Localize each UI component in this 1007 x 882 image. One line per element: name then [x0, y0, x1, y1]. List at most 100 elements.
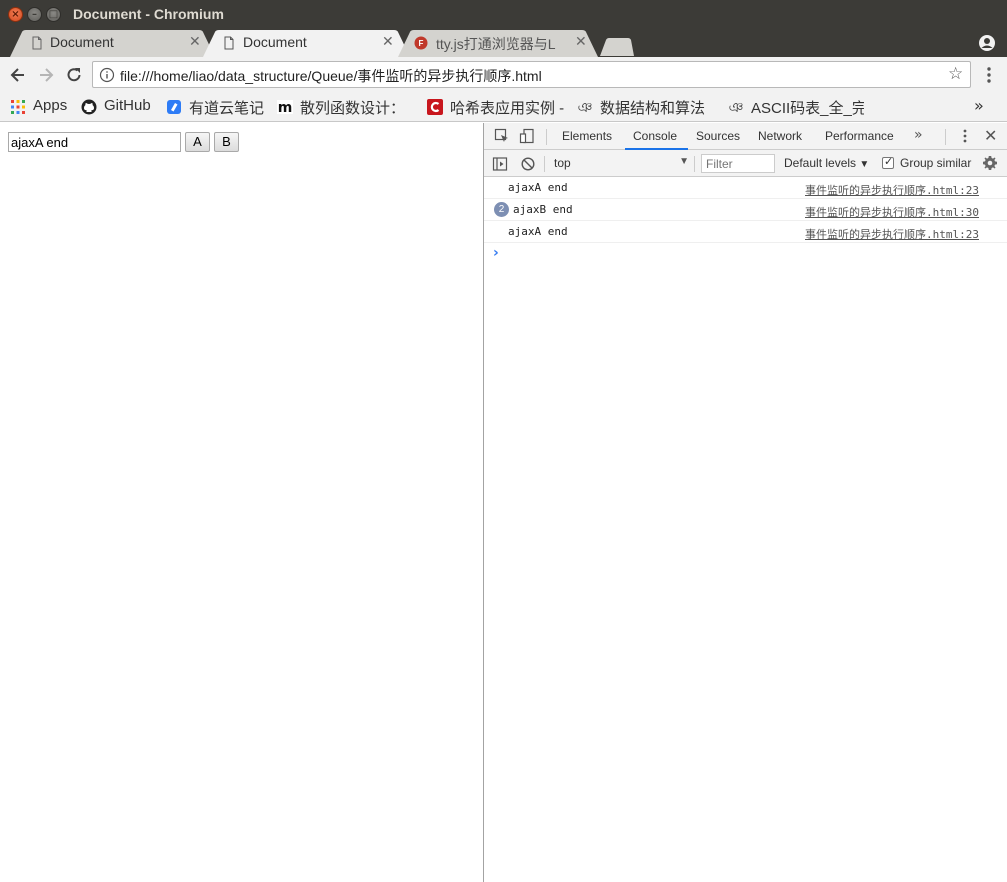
bookmark-label: 散列函数设计： — [300, 100, 406, 117]
console-filter-input[interactable] — [701, 154, 775, 173]
bookmark-label: 数据结构和算法 — [600, 100, 706, 117]
button-a[interactable]: A — [185, 132, 210, 152]
minimize-icon: – — [32, 9, 37, 20]
page-icon — [224, 36, 234, 50]
tab-title: Document — [243, 34, 307, 50]
devtools-close-icon[interactable]: ✕ — [984, 126, 997, 145]
window-maximize-button[interactable]: □ — [46, 7, 61, 22]
url-text: file:///home/liao/data_structure/Queue/事… — [120, 68, 542, 84]
svg-text:ঞ: ঞ — [578, 100, 593, 115]
c-logo-icon — [427, 99, 443, 115]
bookmark-label: GitHub — [104, 97, 151, 114]
devtools-menu-icon[interactable] — [962, 128, 968, 144]
svg-text:m: m — [278, 100, 293, 115]
tab-document-1[interactable]: Document ✕ — [10, 30, 215, 57]
tab-title: tty.js打通浏览器与L — [436, 36, 556, 52]
tab-title: Document — [50, 34, 114, 50]
window-minimize-button[interactable]: – — [27, 7, 42, 22]
group-similar-label: Group similar — [900, 156, 972, 170]
divider — [694, 156, 695, 172]
devtools-tab-sources[interactable]: Sources — [696, 129, 740, 143]
tab-ttyjs[interactable]: F tty.js打通浏览器与L ✕ — [398, 30, 598, 57]
prompt-chevron-icon: › — [493, 245, 499, 261]
console-message: ajaxA end 事件监听的异步执行顺序.html:23 — [484, 221, 1007, 243]
console-source-link[interactable]: 事件监听的异步执行顺序.html:23 — [805, 182, 979, 198]
clear-console-icon[interactable] — [520, 156, 536, 172]
inspect-element-icon[interactable] — [494, 128, 510, 144]
console-source-link[interactable]: 事件监听的异步执行顺序.html:30 — [805, 204, 979, 220]
more-tabs-icon[interactable]: » — [914, 127, 923, 143]
reload-icon[interactable] — [64, 65, 84, 85]
tab-document-2[interactable]: Document ✕ — [203, 30, 410, 57]
console-prompt[interactable]: › — [484, 243, 1007, 265]
log-levels-dropdown[interactable]: Default levels ▼ — [784, 156, 869, 170]
log-levels-label: Default levels — [784, 156, 857, 170]
devtools-tabbar: Elements Console Sources Network Perform… — [484, 123, 1007, 150]
device-toolbar-icon[interactable] — [519, 128, 535, 144]
window-close-button[interactable]: × — [8, 7, 23, 22]
bookmark-label: 哈希表应用实例 - — [450, 100, 564, 117]
browser-toolbar: file:///home/liao/data_structure/Queue/事… — [0, 57, 1007, 92]
console-message-text: ajaxA end — [508, 225, 568, 238]
window-title: Document - Chromium — [73, 6, 224, 22]
bookmark-star-icon[interactable]: ☆ — [948, 65, 963, 83]
favicon-red-icon: F — [414, 36, 428, 50]
repeat-count-badge: 2 — [494, 202, 509, 217]
group-similar-checkbox[interactable] — [882, 155, 894, 169]
script-logo-icon: ঞ — [729, 100, 744, 115]
button-b[interactable]: B — [214, 132, 239, 152]
bookmarks-bar: Apps GitHub 有道云笔记 m 散列函数设计： 哈希表应用实例 - ঞ — [0, 92, 1007, 122]
forward-arrow-icon[interactable] — [36, 65, 56, 85]
gear-icon[interactable] — [982, 155, 998, 171]
m-logo-icon: m — [277, 100, 293, 115]
bookmark-hash-table[interactable]: 哈希表应用实例 - — [427, 96, 564, 118]
apps-grid-icon — [11, 100, 25, 114]
tab-close-icon[interactable]: ✕ — [382, 34, 394, 50]
back-arrow-icon[interactable] — [8, 65, 28, 85]
bookmark-ascii[interactable]: ঞ ASCII码表_全_完 — [728, 96, 864, 118]
bookmark-label: Apps — [33, 97, 68, 114]
console-message-text: ajaxB end — [513, 203, 573, 216]
new-tab-button[interactable] — [600, 38, 634, 56]
console-messages: ajaxA end 事件监听的异步执行顺序.html:23 2 ajaxB en… — [484, 177, 1007, 265]
profile-icon[interactable] — [978, 34, 996, 52]
page-viewport: A B — [0, 123, 483, 882]
bookmark-label: 有道云笔记 — [189, 100, 265, 117]
tab-strip: Document ✕ Document ✕ F tty.js打通浏览器与L ✕ — [0, 30, 1007, 57]
divider — [546, 129, 547, 145]
close-icon: × — [11, 9, 20, 20]
tab-close-icon[interactable]: ✕ — [189, 34, 201, 50]
text-input[interactable] — [8, 132, 181, 152]
youdao-note-icon — [167, 100, 181, 114]
svg-text:F: F — [419, 39, 424, 48]
bookmarks-overflow-icon[interactable]: » — [974, 96, 984, 115]
omnibox[interactable]: file:///home/liao/data_structure/Queue/事… — [92, 61, 971, 88]
console-message-text: ajaxA end — [508, 181, 568, 194]
info-icon[interactable] — [99, 67, 115, 83]
devtools-tab-performance[interactable]: Performance — [825, 129, 894, 143]
divider — [544, 156, 545, 172]
bookmark-data-structure[interactable]: ঞ 数据结构和算法 — [577, 96, 714, 118]
bookmark-label: ASCII码表_全_完 — [751, 100, 864, 117]
dropdown-caret-icon: ▼ — [679, 156, 689, 167]
page-icon — [32, 36, 42, 50]
tab-close-icon[interactable]: ✕ — [575, 34, 587, 50]
bookmark-hash-design[interactable]: m 散列函数设计： — [277, 96, 413, 118]
devtools-tab-console[interactable]: Console — [633, 129, 677, 143]
bookmark-apps[interactable]: Apps — [10, 96, 75, 118]
svg-text:ঞ: ঞ — [729, 100, 744, 115]
console-sidebar-icon[interactable] — [492, 156, 508, 172]
console-source-link[interactable]: 事件监听的异步执行顺序.html:23 — [805, 226, 979, 242]
divider — [945, 129, 946, 145]
devtools-tab-elements[interactable]: Elements — [562, 129, 612, 143]
window-titlebar: × – □ Document - Chromium — [0, 0, 1007, 30]
console-message: ajaxA end 事件监听的异步执行顺序.html:23 — [484, 177, 1007, 199]
context-selector[interactable]: top ▼ — [554, 156, 689, 172]
bookmark-github[interactable]: GitHub — [81, 96, 161, 118]
maximize-icon: □ — [48, 9, 59, 20]
github-icon — [81, 99, 97, 115]
devtools-tab-network[interactable]: Network — [758, 129, 802, 143]
bookmark-youdao[interactable]: 有道云笔记 — [166, 96, 270, 118]
devtools-panel: Elements Console Sources Network Perform… — [483, 123, 1007, 882]
chrome-menu-icon[interactable] — [984, 65, 994, 85]
